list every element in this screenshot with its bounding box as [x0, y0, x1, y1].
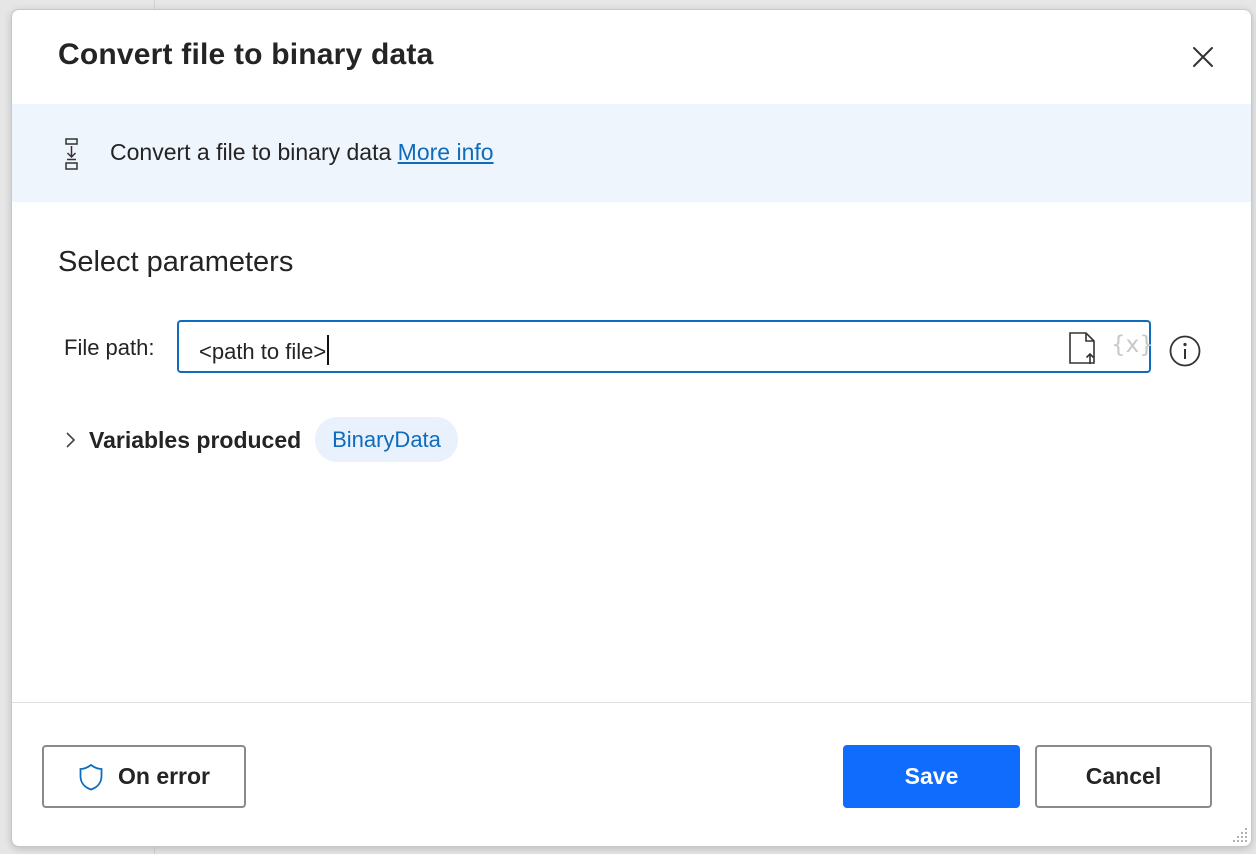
file-path-value[interactable]: <path to file> [199, 335, 330, 365]
convert-file-icon [65, 138, 78, 170]
variable-chip-binarydata[interactable]: BinaryData [315, 417, 458, 462]
text-caret [327, 335, 330, 365]
close-icon [1193, 47, 1213, 67]
on-error-label: On error [117, 763, 211, 789]
variable-picker-icon[interactable]: {x} [1111, 332, 1154, 358]
file-path-value-text: <path to file> [199, 339, 327, 364]
cancel-button[interactable]: Cancel [1035, 745, 1212, 808]
file-path-input[interactable]: <path to file> {x} [177, 320, 1154, 373]
file-path-label: File path: [64, 335, 155, 360]
file-upload-icon[interactable] [1067, 331, 1099, 365]
variables-produced-toggle[interactable]: Variables produced [89, 427, 301, 454]
close-button[interactable] [1184, 38, 1222, 76]
section-title: Select parameters [58, 246, 294, 278]
info-icon[interactable] [1168, 334, 1202, 368]
more-info-link[interactable]: More info [398, 139, 494, 165]
resize-grip-icon[interactable] [1229, 824, 1249, 844]
chevron-right-icon[interactable] [63, 430, 77, 450]
on-error-button[interactable]: On error [42, 745, 246, 808]
footer-divider [12, 702, 1251, 703]
dialog-title: Convert file to binary data [58, 38, 434, 71]
shield-icon [79, 763, 103, 790]
convert-file-dialog: Convert file to binary data Convert a fi… [11, 9, 1252, 847]
banner-description-text: Convert a file to binary data [110, 139, 392, 165]
save-button[interactable]: Save [843, 745, 1020, 808]
banner-description: Convert a file to binary data More info [110, 139, 494, 166]
info-banner: Convert a file to binary data More info [12, 104, 1251, 202]
